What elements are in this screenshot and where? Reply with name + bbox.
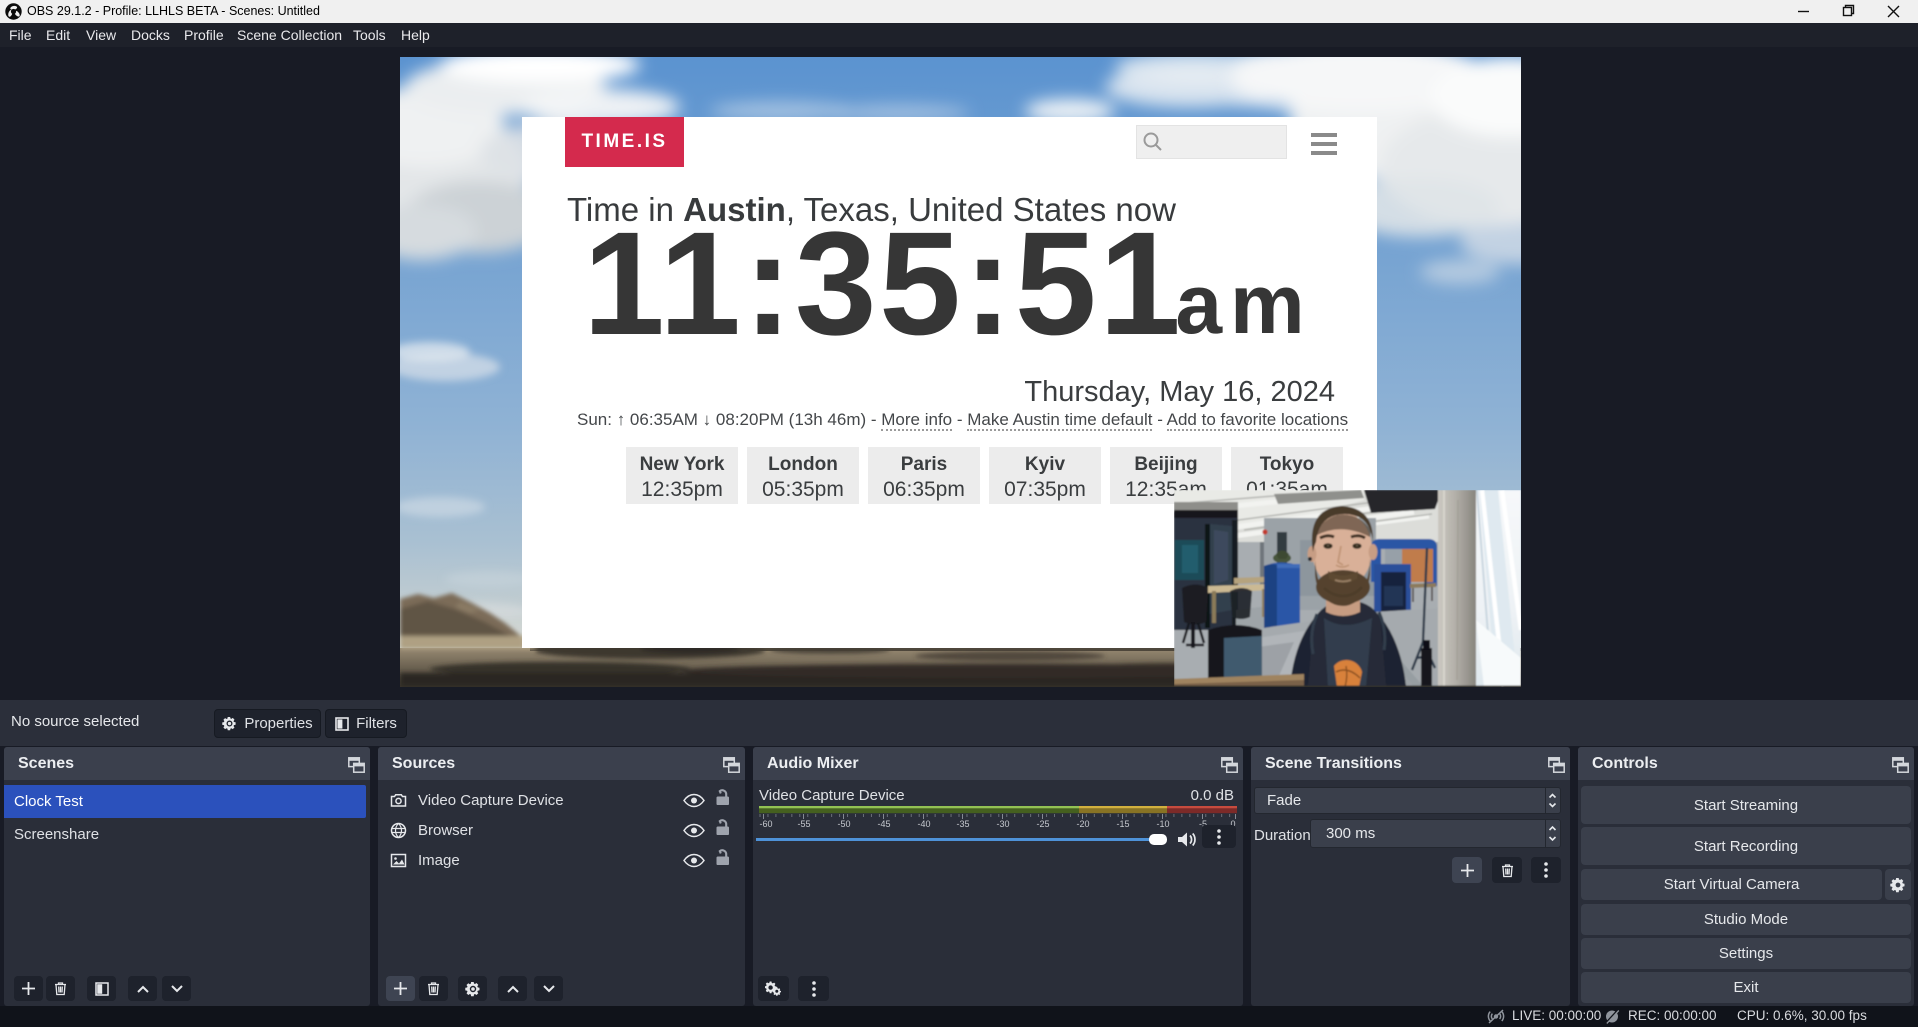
- svg-text:-20: -20: [1076, 819, 1089, 828]
- svg-text:-25: -25: [1036, 819, 1049, 828]
- svg-text:-60: -60: [759, 819, 772, 828]
- svg-text:-55: -55: [797, 819, 810, 828]
- svg-text:-30: -30: [996, 819, 1009, 828]
- svg-text:-10: -10: [1156, 819, 1169, 828]
- svg-text:-45: -45: [877, 819, 890, 828]
- svg-text:-50: -50: [837, 819, 850, 828]
- svg-text:-15: -15: [1116, 819, 1129, 828]
- svg-text:-40: -40: [917, 819, 930, 828]
- svg-text:-35: -35: [956, 819, 969, 828]
